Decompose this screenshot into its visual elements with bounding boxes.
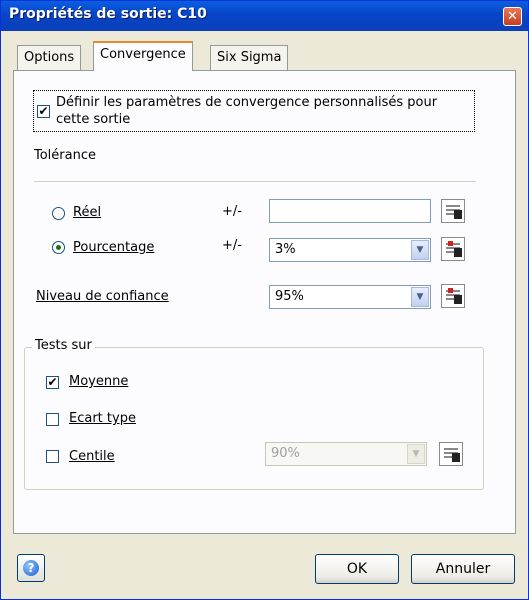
confidence-label: Niveau de confiance: [36, 289, 169, 304]
confidence-select[interactable]: 95% ▼: [269, 285, 431, 309]
tolerance-divider: [34, 181, 476, 182]
ecart-type-label: Ecart type: [69, 411, 136, 426]
ok-button[interactable]: OK: [315, 554, 399, 584]
confidence-value: 95%: [275, 289, 304, 304]
custom-params-label: Définir les paramètres de convergence pe…: [56, 94, 437, 128]
tab-options[interactable]: Options: [17, 45, 82, 70]
custom-params-checkbox[interactable]: ✔: [37, 105, 50, 118]
ecart-type-checkbox[interactable]: [46, 413, 59, 426]
moyenne-checkbox[interactable]: ✔: [46, 376, 59, 389]
reel-radio[interactable]: [52, 207, 65, 220]
help-button[interactable]: ?: [17, 554, 45, 582]
tab-convergence[interactable]: Convergence: [93, 41, 193, 71]
tolerance-heading: Tolérance: [34, 148, 96, 163]
tests-heading: Tests sur: [32, 338, 95, 353]
pourcentage-radio[interactable]: [52, 241, 65, 254]
confidence-dropdown-icon[interactable]: ▼: [411, 287, 429, 307]
centile-cell-picker-icon[interactable]: [439, 442, 463, 466]
help-icon: ?: [23, 560, 39, 576]
pourcentage-cell-picker-icon[interactable]: [441, 237, 465, 261]
pourcentage-select[interactable]: 3% ▼: [269, 238, 431, 262]
custom-params-label-line1: Définir les paramètres de convergence pe…: [56, 95, 438, 110]
close-button[interactable]: ✕: [503, 7, 522, 26]
window-title: Propriétés de sortie: C10: [9, 6, 207, 22]
custom-params-label-line2: cette sortie: [56, 112, 131, 127]
pourcentage-dropdown-icon[interactable]: ▼: [411, 240, 429, 260]
tab-six-sigma[interactable]: Six Sigma: [210, 45, 289, 70]
title-bar[interactable]: Propriétés de sortie: C10 ✕: [1, 1, 528, 31]
pourcentage-value: 3%: [275, 242, 296, 257]
reel-label: Réel: [73, 205, 102, 220]
centile-label: Centile: [69, 449, 115, 464]
centile-select[interactable]: 90% ▼: [265, 442, 427, 466]
moyenne-label: Moyenne: [69, 374, 129, 389]
centile-checkbox[interactable]: [46, 450, 59, 463]
pourcentage-label: Pourcentage: [73, 240, 155, 255]
cancel-button[interactable]: Annuler: [411, 554, 515, 584]
reel-plusminus: +/-: [222, 204, 242, 219]
centile-dropdown-icon[interactable]: ▼: [407, 444, 425, 464]
pourcentage-plusminus: +/-: [222, 238, 242, 253]
centile-value: 90%: [271, 446, 300, 461]
reel-cell-picker-icon[interactable]: [441, 199, 465, 223]
reel-input[interactable]: [269, 199, 431, 223]
confidence-cell-picker-icon[interactable]: [441, 284, 465, 308]
properties-dialog: Propriétés de sortie: C10 ✕ Options Conv…: [0, 0, 529, 600]
